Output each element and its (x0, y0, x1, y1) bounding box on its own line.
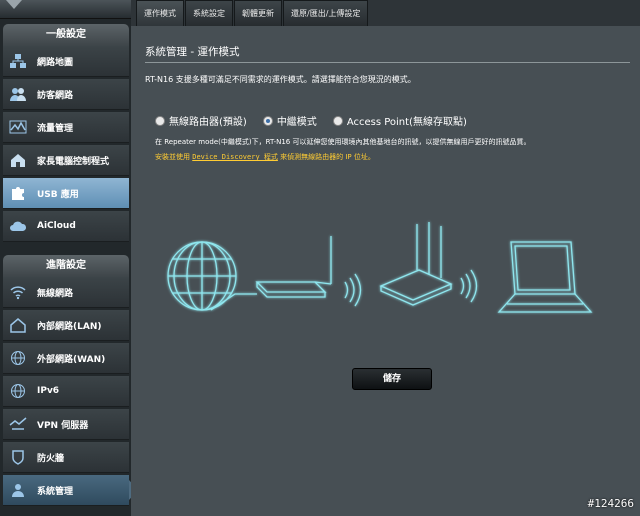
sidebar-item-administration[interactable]: 系統管理 (3, 475, 129, 506)
sidebar-item-label: 系統管理 (37, 486, 74, 497)
sidebar-item-wan[interactable]: 外部網路(WAN) (3, 343, 129, 374)
router-icon (255, 236, 332, 298)
tab-system[interactable]: 系統設定 (185, 0, 233, 27)
sidebar-item-label: 網路地圖 (37, 57, 74, 68)
note-suffix: 來偵測無線路由器的 IP 位址。 (277, 153, 375, 161)
firewall-shield-icon (9, 448, 27, 466)
sidebar-item-vpn-server[interactable]: VPN 伺服器 (3, 409, 129, 440)
radio-button[interactable] (332, 115, 343, 126)
radio-button[interactable] (155, 115, 165, 126)
sidebar-item-label: 防火牆 (37, 453, 65, 464)
sidebar-item-usb-application[interactable]: USB 應用 (3, 178, 129, 209)
wan-globe-icon (9, 349, 27, 367)
device-discovery-link[interactable]: Device Discovery 程式 (192, 153, 278, 161)
page-description: RT-N16 支援多種可滿足不同需求的運作模式。請選擇能符合您現況的模式。 (145, 75, 416, 84)
sidebar-item-label: IPv6 (37, 386, 60, 396)
mode-option-label: 無線路由器(預設) (169, 117, 247, 128)
sidebar-item-label: VPN 伺服器 (37, 420, 89, 431)
sidebar-item-network-map[interactable]: 網路地圖 (3, 46, 129, 77)
parental-control-icon (9, 151, 27, 169)
tab-restore-save-upload[interactable]: 還原/匯出/上傳設定 (283, 0, 369, 27)
section-header-advanced: 進階設定 (3, 255, 129, 277)
sidebar-item-label: USB 應用 (37, 189, 79, 200)
administration-icon (9, 481, 27, 499)
sidebar-item-aicloud[interactable]: AiCloud (3, 211, 129, 242)
logo-strip (0, 0, 131, 19)
mode-description: 在 Repeater mode(中繼模式)下，RT-N16 可以延伸您使用環境內… (155, 138, 531, 146)
sidebar-item-traffic-manager[interactable]: 流量管理 (3, 112, 129, 143)
mode-option-access-point[interactable]: Access Point(無線存取點) (332, 113, 467, 128)
sidebar: 一般設定 網路地圖 訪客網路 流量管理 家長電腦控制程式 USB 應用 AiCl (0, 0, 138, 516)
vpn-icon (9, 415, 27, 433)
radio-button[interactable] (262, 115, 273, 126)
sidebar-item-label: 流量管理 (37, 123, 74, 134)
network-map-icon (9, 52, 27, 70)
device-discovery-note: 安裝並使用 Device Discovery 程式 來偵測無線路由器的 IP 位… (155, 152, 375, 162)
ipv6-globe-icon (9, 382, 27, 400)
mode-option-label: Access Point(無線存取點) (346, 117, 467, 128)
sidebar-item-lan[interactable]: 內部網路(LAN) (3, 310, 129, 341)
sidebar-item-label: 無線網路 (37, 288, 74, 299)
sidebar-item-parental-control[interactable]: 家長電腦控制程式 (3, 145, 129, 176)
note-prefix: 安裝並使用 (155, 153, 193, 161)
title-divider (145, 62, 630, 63)
mode-option-label: 中繼模式 (276, 117, 317, 128)
repeater-icon (379, 222, 453, 306)
mode-option-wireless-router[interactable]: 無線路由器(預設) (155, 113, 247, 128)
wireless-icon (9, 283, 27, 301)
operation-mode-options: 無線路由器(預設) 中繼模式 Access Point(無線存取點) (155, 113, 483, 128)
sidebar-item-label: 訪客網路 (37, 90, 74, 101)
signal-waves-icon (344, 273, 362, 307)
sidebar-item-label: 家長電腦控制程式 (37, 156, 110, 167)
main-panel: 系統管理 - 運作模式 RT-N16 支援多種可滿足不同需求的運作模式。請選擇能… (131, 26, 640, 516)
sidebar-item-label: 外部網路(WAN) (37, 354, 106, 365)
traffic-manager-icon (9, 118, 27, 136)
save-button[interactable]: 儲存 (352, 368, 432, 390)
brand-logo-icon (6, 0, 22, 9)
aicloud-icon (9, 217, 27, 235)
tab-bar: 運作模式 系統設定 韌體更新 還原/匯出/上傳設定 (136, 0, 369, 27)
sidebar-item-label: 內部網路(LAN) (37, 321, 102, 332)
repeater-mode-diagram (167, 222, 593, 313)
guest-network-icon (9, 85, 27, 103)
sidebar-item-ipv6[interactable]: IPv6 (3, 376, 129, 407)
tab-operation-mode[interactable]: 運作模式 (136, 0, 184, 27)
tab-firmware-upgrade[interactable]: 韌體更新 (234, 0, 282, 27)
laptop-icon (497, 241, 593, 313)
signal-waves-icon (460, 269, 478, 303)
usb-puzzle-icon (9, 184, 27, 202)
watermark: #124266 (587, 497, 634, 510)
section-header-general: 一般設定 (3, 24, 129, 46)
sidebar-item-wireless[interactable]: 無線網路 (3, 277, 129, 308)
sidebar-item-label: AiCloud (37, 221, 76, 231)
sidebar-item-guest-network[interactable]: 訪客網路 (3, 79, 129, 110)
page-title: 系統管理 - 運作模式 (145, 46, 240, 58)
mode-option-repeater[interactable]: 中繼模式 (262, 113, 317, 128)
sidebar-item-firewall[interactable]: 防火牆 (3, 442, 129, 473)
lan-home-icon (9, 316, 27, 334)
